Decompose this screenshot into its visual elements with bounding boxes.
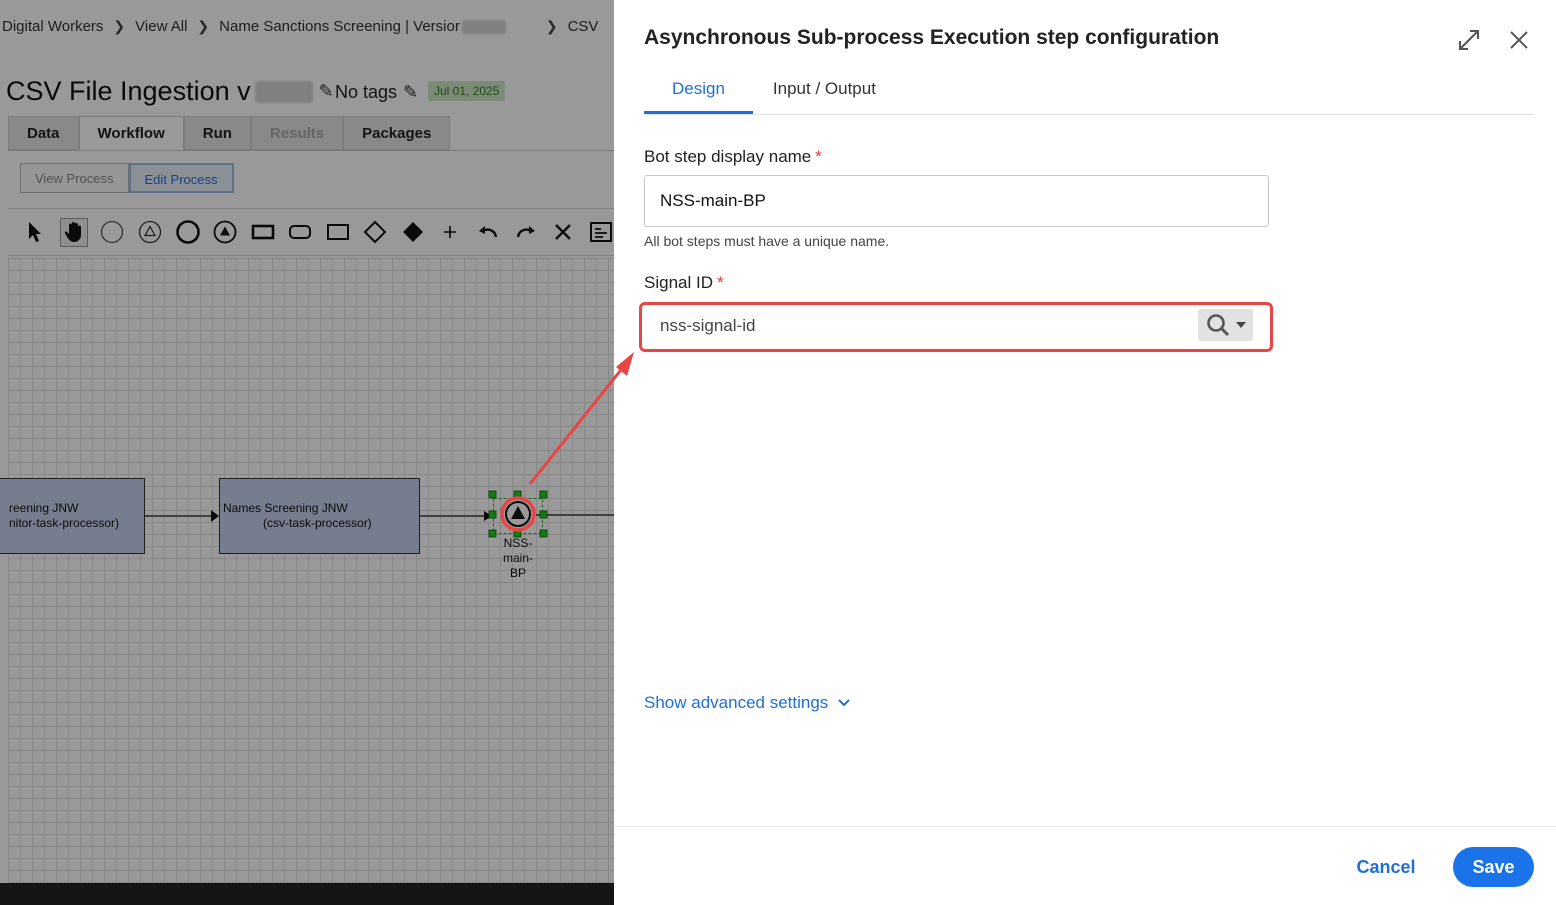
display-name-input[interactable] — [644, 175, 1269, 227]
caret-down-icon — [1235, 322, 1246, 328]
step-config-panel: Asynchronous Sub-process Execution step … — [614, 0, 1556, 905]
panel-title: Asynchronous Sub-process Execution step … — [644, 26, 1220, 49]
cancel-button[interactable]: Cancel — [1340, 847, 1432, 887]
advanced-link-text: Show advanced settings — [644, 693, 829, 712]
save-button[interactable]: Save — [1453, 847, 1534, 887]
tab-input-output[interactable]: Input / Output — [753, 72, 904, 114]
expand-icon[interactable] — [1453, 24, 1485, 56]
display-name-label-text: Bot step display name — [644, 147, 812, 166]
signal-search-dropdown-button[interactable] — [1198, 309, 1253, 341]
panel-tabs: Design Input / Output — [644, 72, 1534, 115]
background-app: Digital Workers ❯ View All ❯ Name Sancti… — [0, 0, 614, 905]
tab-design[interactable]: Design — [644, 72, 753, 114]
footer-divider — [614, 826, 1556, 827]
signal-id-input[interactable] — [644, 305, 1224, 347]
required-mark: * — [815, 147, 822, 166]
search-icon — [1206, 314, 1229, 337]
display-name-hint: All bot steps must have a unique name. — [644, 233, 890, 249]
chevron-down-icon — [838, 699, 851, 707]
show-advanced-settings-link[interactable]: Show advanced settings — [644, 693, 851, 713]
signal-id-label-text: Signal ID — [644, 273, 713, 292]
required-mark: * — [716, 273, 724, 292]
modal-backdrop[interactable] — [0, 0, 614, 905]
display-name-label: Bot step display name * — [644, 147, 822, 167]
signal-id-label: Signal ID * — [644, 273, 724, 293]
close-icon[interactable] — [1503, 24, 1535, 56]
